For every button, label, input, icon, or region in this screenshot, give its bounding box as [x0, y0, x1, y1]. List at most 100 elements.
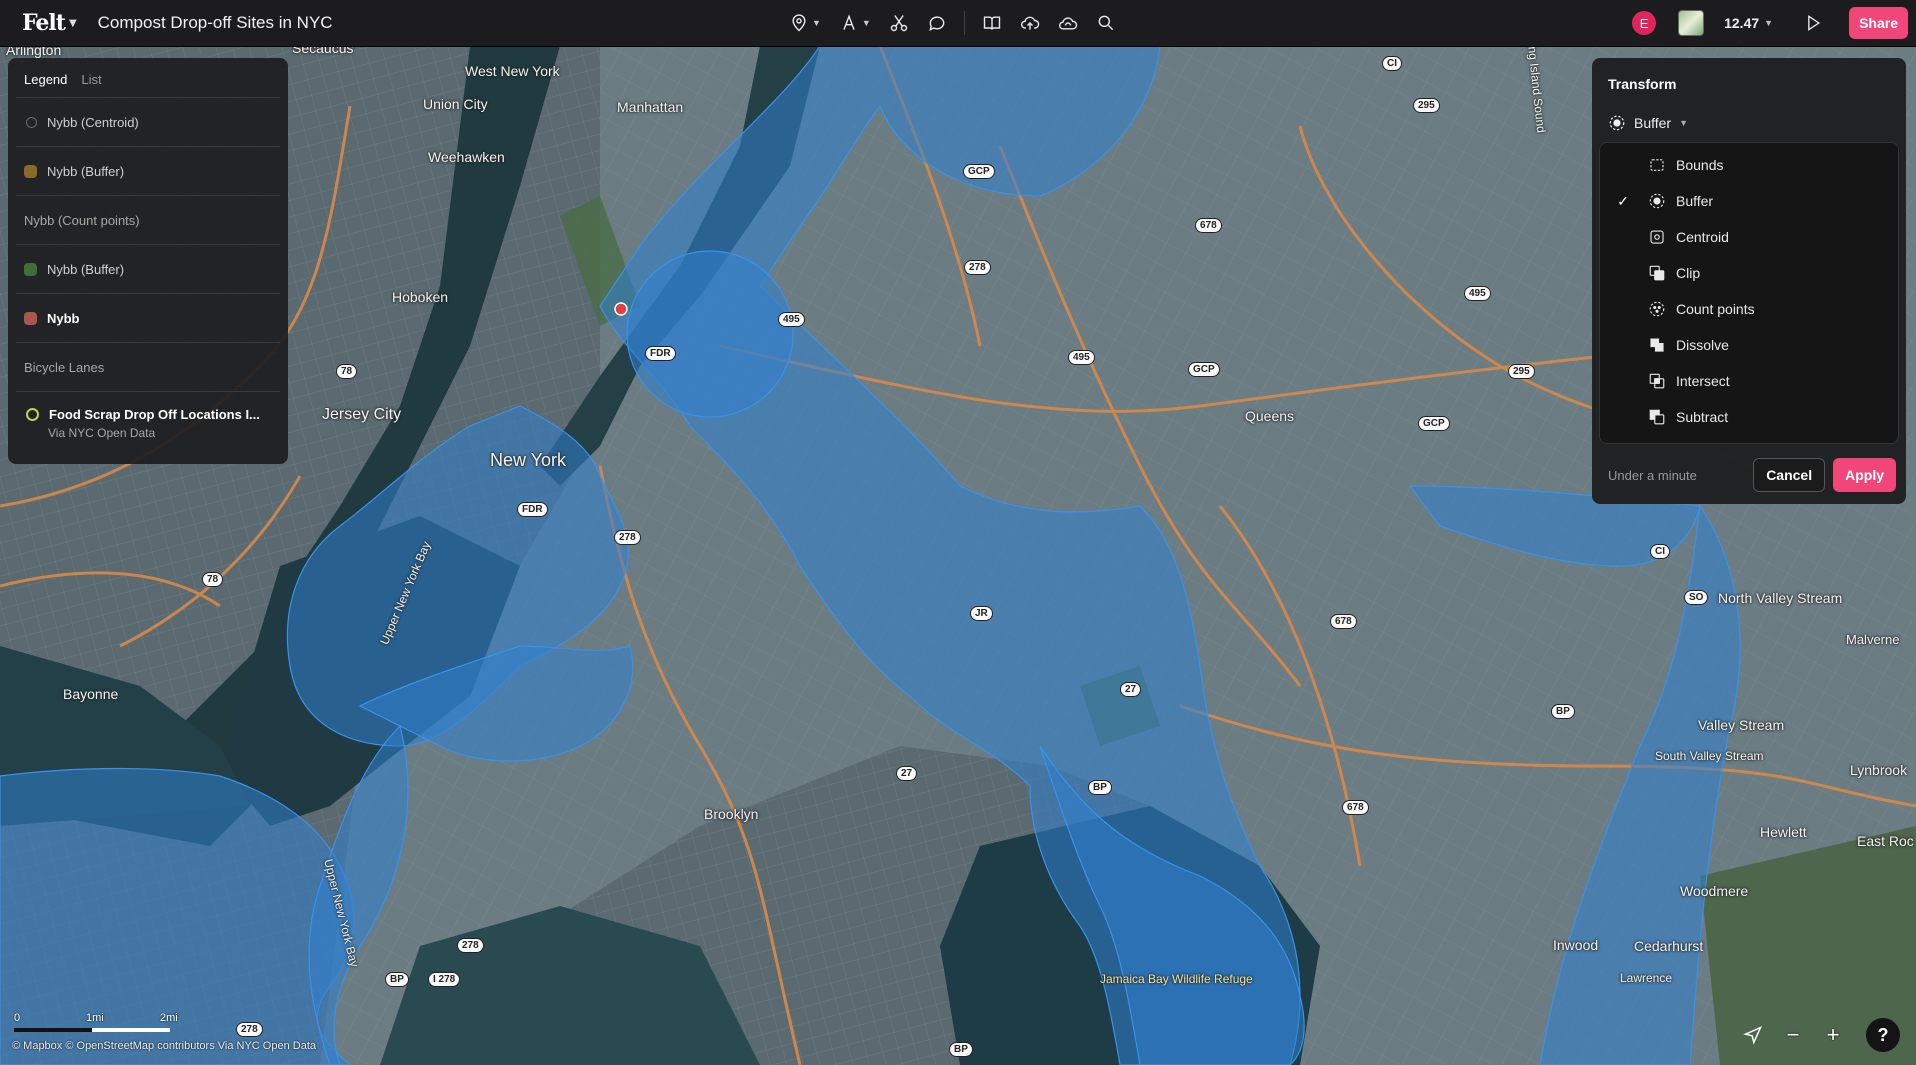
- clip-icon: [1649, 265, 1665, 281]
- text-tool-button[interactable]: ▼: [830, 0, 880, 46]
- zoom-level-button[interactable]: 12.47 ▼: [1724, 15, 1773, 31]
- menu-item-count-points[interactable]: ✓ Count points: [1600, 291, 1898, 327]
- transform-panel: Transform Buffer ▼ ✓ Bounds ✓ Buffer ✓ C…: [1592, 58, 1906, 504]
- legend-layer-source: Via NYC Open Data: [48, 425, 156, 440]
- legend-group-header[interactable]: Nybb (Count points): [16, 196, 280, 245]
- intersect-icon: [1649, 373, 1665, 389]
- menu-item-label: Bounds: [1676, 157, 1724, 173]
- legend-layer-item[interactable]: Nybb (Centroid): [16, 98, 280, 147]
- legend-group-header[interactable]: Bicycle Lanes: [16, 343, 280, 392]
- locate-button[interactable]: [1740, 1022, 1766, 1048]
- place-label: North Valley Stream: [1718, 590, 1843, 606]
- menu-item-intersect[interactable]: ✓ Intersect: [1600, 363, 1898, 399]
- route-shield: 495: [778, 312, 805, 327]
- menu-item-bounds[interactable]: ✓ Bounds: [1600, 147, 1898, 183]
- cancel-button[interactable]: Cancel: [1753, 458, 1826, 492]
- place-label: Jersey City: [322, 406, 402, 423]
- route-shield: 678: [1342, 800, 1369, 815]
- operation-select[interactable]: Buffer ▼: [1608, 114, 1688, 132]
- legend-layer-label: Nybb: [47, 310, 80, 326]
- menu-item-subtract[interactable]: ✓ Subtract: [1600, 399, 1898, 435]
- place-label: Hoboken: [392, 289, 449, 305]
- tab-legend[interactable]: Legend: [24, 72, 67, 87]
- basemap-thumbnail[interactable]: [1678, 10, 1705, 36]
- point-swatch-icon: [26, 407, 39, 421]
- route-shield: 495: [1464, 286, 1491, 301]
- transform-title: Transform: [1608, 76, 1677, 92]
- pin-icon: [792, 14, 806, 32]
- centroid-icon: [1650, 230, 1664, 244]
- legend-group-label: Nybb (Count points): [24, 212, 140, 228]
- menu-item-label: Intersect: [1676, 373, 1730, 389]
- place-label: Jamaica Bay Wildlife Refuge: [1100, 972, 1253, 986]
- minus-icon: −: [1786, 1022, 1800, 1047]
- legend-tabs: Legend List: [16, 58, 280, 98]
- top-bar: Felt ▼ Compost Drop-off Sites in NYC ▼ ▼: [0, 0, 1916, 47]
- route-shield: 295: [1413, 98, 1440, 113]
- place-label: West New York: [465, 63, 560, 79]
- zoom-in-button[interactable]: +: [1820, 1022, 1846, 1048]
- search-button[interactable]: [1087, 0, 1125, 46]
- place-label: Lawrence: [1620, 971, 1673, 985]
- legend-layer-item[interactable]: Nybb: [16, 294, 280, 343]
- scissors-icon: [890, 15, 908, 32]
- route-shield: 678: [1330, 614, 1357, 629]
- map-attribution[interactable]: © Mapbox © OpenStreetMap contributors Vi…: [12, 1040, 316, 1052]
- place-label: Manhattan: [617, 99, 684, 115]
- menu-item-label: Dissolve: [1676, 337, 1729, 353]
- plus-icon: +: [1826, 1022, 1840, 1047]
- comment-tool-button[interactable]: [918, 0, 956, 46]
- legend-layer-line: Food Scrap Drop Off Locations I...: [24, 407, 260, 422]
- menu-item-label: Clip: [1676, 265, 1701, 281]
- route-shield: FDR: [645, 346, 676, 361]
- library-button[interactable]: [973, 0, 1011, 46]
- operation-menu: ✓ Bounds ✓ Buffer ✓ Centroid ✓ Clip ✓ Co…: [1599, 142, 1899, 444]
- question-icon: ?: [1877, 1024, 1889, 1045]
- buffer-icon: [1649, 193, 1665, 209]
- apply-button[interactable]: Apply: [1833, 458, 1896, 492]
- app-menu-button[interactable]: Felt ▼: [22, 10, 77, 36]
- cut-tool-button[interactable]: [880, 0, 918, 46]
- menu-item-clip[interactable]: ✓ Clip: [1600, 255, 1898, 291]
- buffer-icon: [1609, 115, 1625, 131]
- route-shield: SO: [1684, 590, 1709, 605]
- route-shield: 295: [1508, 364, 1535, 379]
- legend-layer-item[interactable]: Nybb (Buffer): [16, 245, 280, 294]
- search-icon: [1098, 15, 1114, 31]
- place-label: Woodmere: [1680, 883, 1749, 899]
- scale-tick: 2mi: [160, 1012, 178, 1024]
- menu-item-dissolve[interactable]: ✓ Dissolve: [1600, 327, 1898, 363]
- help-button[interactable]: ?: [1866, 1018, 1900, 1052]
- header-right: E 12.47 ▼ Share: [1632, 0, 1916, 46]
- tab-list[interactable]: List: [81, 72, 101, 87]
- place-label: Secaucus: [292, 46, 354, 56]
- subtract-icon: [1649, 409, 1665, 425]
- route-shield: BP: [949, 1042, 973, 1057]
- upload-icon: [1020, 16, 1040, 30]
- zoom-out-button[interactable]: −: [1780, 1022, 1806, 1048]
- legend-panel: Legend List Nybb (Centroid) Nybb (Buffer…: [8, 58, 288, 464]
- legend-layer-item[interactable]: Nybb (Buffer): [16, 147, 280, 196]
- present-button[interactable]: [1803, 13, 1823, 33]
- scale-bar: 0 1mi 2mi: [14, 1012, 178, 1032]
- upload-button[interactable]: [1011, 0, 1049, 46]
- cloud-icon: [1058, 17, 1078, 30]
- place-label: Queens: [1245, 408, 1295, 424]
- point-swatch-icon: [26, 116, 37, 128]
- menu-item-buffer[interactable]: ✓ Buffer: [1600, 183, 1898, 219]
- avatar[interactable]: E: [1632, 11, 1657, 35]
- route-shield: GCP: [1188, 362, 1220, 377]
- transform-footer: Under a minute Cancel Apply: [1592, 446, 1906, 504]
- place-label: Brooklyn: [704, 806, 759, 822]
- place-label: South Valley Stream: [1655, 749, 1764, 763]
- place-label: Inwood: [1553, 937, 1599, 953]
- route-shield: 278: [614, 530, 641, 545]
- pin-tool-button[interactable]: ▼: [780, 0, 830, 46]
- share-button[interactable]: Share: [1849, 7, 1908, 39]
- polygon-swatch-icon: [24, 164, 37, 178]
- menu-item-centroid[interactable]: ✓ Centroid: [1600, 219, 1898, 255]
- toolbar: ▼ ▼: [780, 0, 1125, 46]
- data-sync-button[interactable]: [1049, 0, 1087, 46]
- legend-layer-item[interactable]: Food Scrap Drop Off Locations I... Via N…: [16, 392, 280, 454]
- map-title[interactable]: Compost Drop-off Sites in NYC: [98, 13, 333, 33]
